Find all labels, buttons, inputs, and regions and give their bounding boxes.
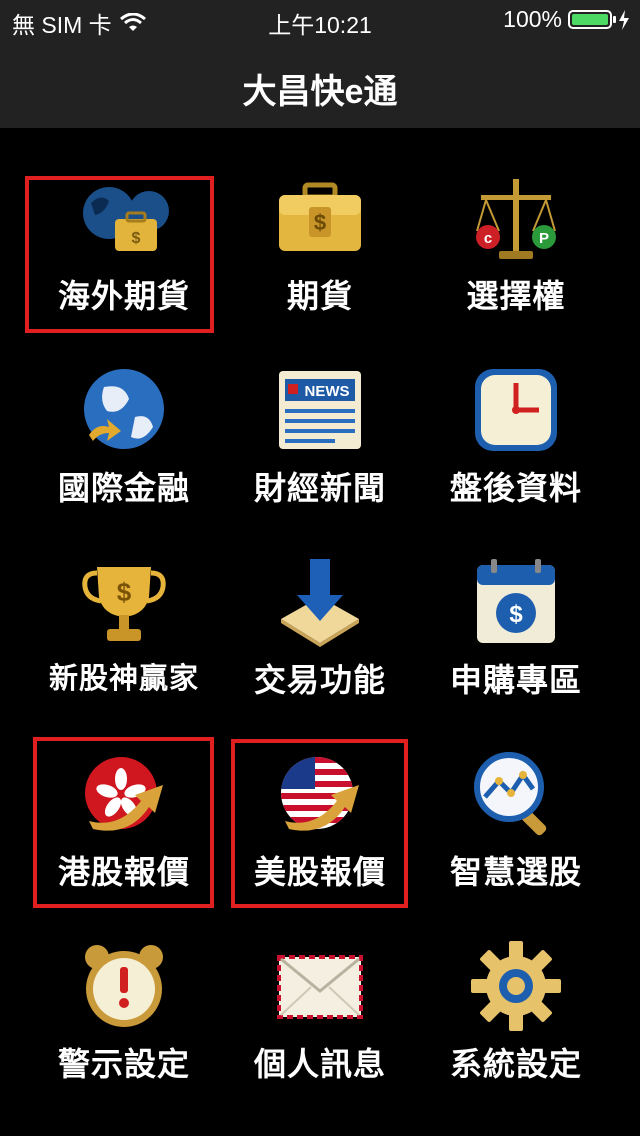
trophy-icon: $ [82, 567, 166, 641]
svg-text:$: $ [117, 577, 132, 607]
menu-item-label: 盤後資料 [449, 470, 582, 506]
menu-item-after-hours-data[interactable]: 盤後資料 [418, 357, 614, 517]
menu-item-label: 財經新聞 [253, 470, 386, 506]
svg-text:NEWS: NEWS [305, 383, 350, 400]
menu-item-label: 新股神贏家 [48, 663, 199, 695]
menu-item-options[interactable]: c P 選擇權 [418, 165, 614, 325]
svg-text:$: $ [509, 601, 523, 628]
globe-arrow-icon [84, 369, 164, 449]
alarm-clock-icon [85, 945, 163, 1027]
menu-item-ipo-winner[interactable]: $ 新股神贏家 [26, 549, 222, 709]
svg-text:$: $ [314, 210, 326, 235]
menu-item-label: 申購專區 [449, 662, 582, 698]
highlight-frame-overseas-futures [25, 176, 214, 333]
menu-item-label: 個人訊息 [253, 1046, 386, 1082]
highlight-frame-us-stock-quotes [231, 739, 408, 908]
menu-item-trading[interactable]: 交易功能 [222, 549, 418, 709]
magnifier-chart-icon [474, 752, 547, 836]
menu-item-finance-news[interactable]: NEWS 財經新聞 [222, 357, 418, 517]
battery-percent: 100% [503, 6, 562, 32]
battery-status: 100% [503, 6, 630, 33]
briefcase-icon: $ [279, 182, 361, 251]
page-title: 大昌快e通 [242, 73, 398, 111]
svg-text:P: P [539, 230, 549, 247]
envelope-icon [277, 955, 363, 1019]
menu-item-futures[interactable]: $ 期貨 [222, 165, 418, 325]
menu-item-intl-finance[interactable]: 國際金融 [26, 357, 222, 517]
download-arrow-icon [281, 559, 359, 647]
menu-item-label: 交易功能 [253, 662, 386, 698]
svg-text:c: c [484, 230, 492, 247]
scale-icon: c P [476, 179, 556, 259]
calendar-dollar-icon: $ [477, 559, 555, 643]
menu-item-smart-screener[interactable]: 智慧選股 [418, 741, 614, 901]
menu-item-label: 期貨 [286, 278, 353, 314]
menu-item-label: 系統設定 [449, 1046, 582, 1082]
menu-item-label: 警示設定 [57, 1046, 190, 1082]
menu-item-label: 國際金融 [57, 470, 190, 506]
menu-item-label: 選擇權 [466, 278, 566, 314]
menu-item-personal-messages[interactable]: 個人訊息 [222, 933, 418, 1093]
menu-item-subscription[interactable]: $ 申購專區 [418, 549, 614, 709]
charging-icon [619, 9, 629, 30]
nav-bar: 大昌快e通 [0, 40, 640, 128]
gear-icon [471, 941, 561, 1031]
menu-item-system-settings[interactable]: 系統設定 [418, 933, 614, 1093]
menu-item-alert-settings[interactable]: 警示設定 [26, 933, 222, 1093]
highlight-frame-hk-stock-quotes [33, 737, 214, 908]
clock-icon [475, 369, 557, 451]
menu-item-label: 智慧選股 [449, 854, 582, 890]
newspaper-icon: NEWS [279, 371, 361, 449]
battery-icon [568, 10, 616, 29]
status-bar: 無 SIM 卡 上午10:21 100% [0, 0, 640, 40]
